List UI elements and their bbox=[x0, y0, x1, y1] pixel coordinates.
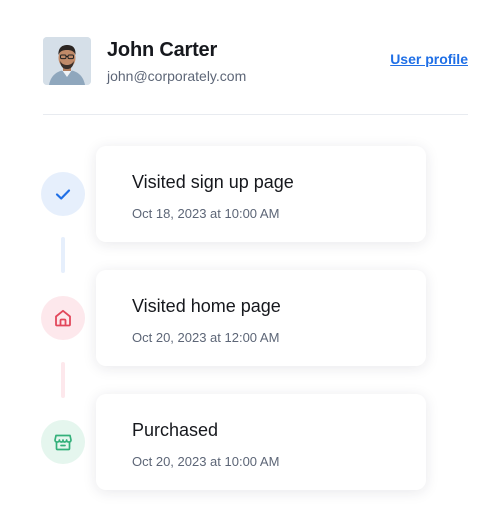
timeline-card[interactable]: Visited sign up page Oct 18, 2023 at 10:… bbox=[96, 146, 426, 242]
user-profile-link[interactable]: User profile bbox=[390, 51, 468, 67]
timeline-dot-purchased bbox=[41, 420, 85, 464]
timeline-connector bbox=[61, 237, 65, 273]
user-email: john@corporately.com bbox=[107, 68, 247, 84]
timeline-time: Oct 20, 2023 at 12:00 AM bbox=[132, 330, 280, 345]
home-icon bbox=[55, 309, 71, 327]
timeline-card[interactable]: Visited home page Oct 20, 2023 at 12:00 … bbox=[96, 270, 426, 366]
check-icon bbox=[55, 189, 71, 200]
user-avatar-icon bbox=[43, 37, 91, 85]
divider bbox=[43, 114, 468, 115]
store-icon bbox=[54, 434, 72, 451]
timeline-connector bbox=[61, 362, 65, 398]
timeline-time: Oct 18, 2023 at 10:00 AM bbox=[132, 206, 280, 221]
avatar bbox=[43, 37, 91, 85]
timeline-title: Visited home page bbox=[132, 296, 281, 316]
timeline-title: Purchased bbox=[132, 420, 219, 440]
timeline-time: Oct 20, 2023 at 10:00 AM bbox=[132, 454, 280, 469]
timeline-dot-home bbox=[41, 296, 85, 340]
timeline-dot-signup bbox=[41, 172, 85, 216]
timeline-card[interactable]: Purchased Oct 20, 2023 at 10:00 AM bbox=[96, 394, 426, 490]
user-name: John Carter bbox=[107, 39, 218, 61]
timeline-title: Visited sign up page bbox=[132, 172, 294, 192]
